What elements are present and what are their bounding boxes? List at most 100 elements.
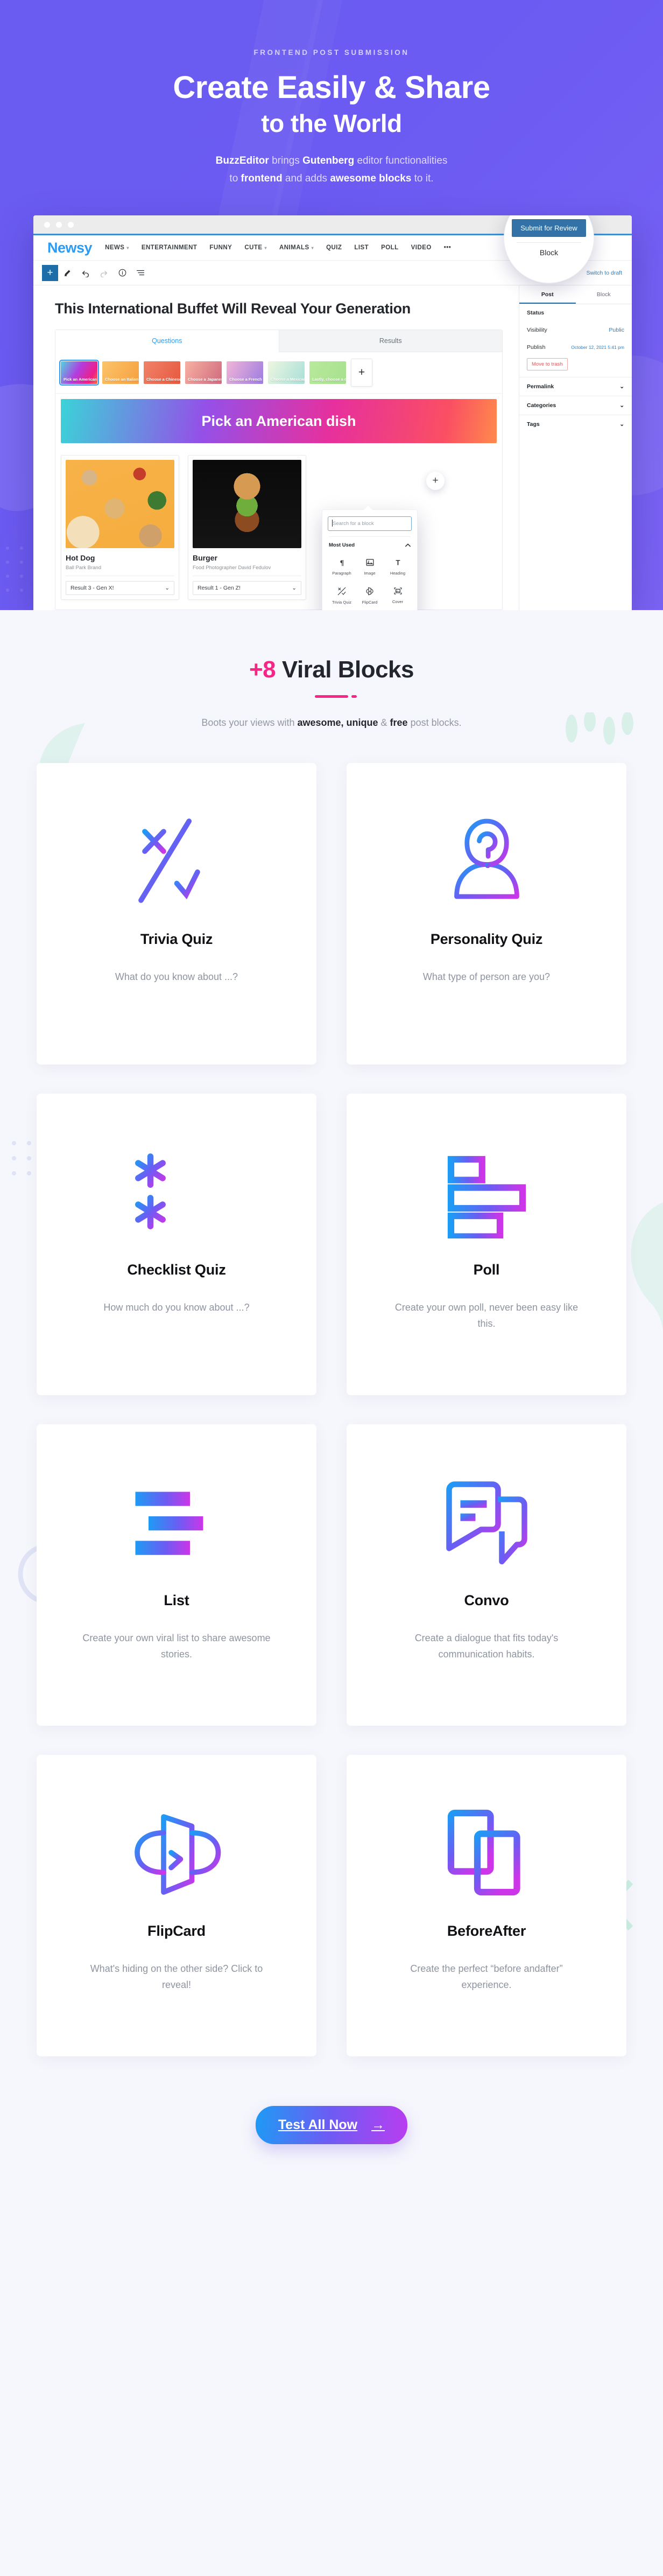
submit-for-review-button[interactable]: Submit for Review [512, 219, 586, 237]
panel-label: Permalink [527, 383, 554, 390]
viral-blocks-section: +8 Viral Blocks Boots your views with aw… [0, 610, 663, 2205]
text-cursor [332, 520, 333, 527]
inserter-item-cover[interactable]: Cover [384, 582, 412, 609]
tab-questions[interactable]: Questions [55, 330, 279, 353]
convo-icon [446, 1481, 527, 1564]
quiz-thumb-2[interactable]: Choose an Italian dish [102, 361, 139, 384]
svg-text:¶: ¶ [340, 559, 344, 568]
quiz-thumb-4[interactable]: Choose a Japanese dish [185, 361, 222, 384]
inserter-item-flipcard[interactable]: FlipCard [356, 582, 384, 609]
list-view-icon[interactable] [131, 265, 150, 281]
tab-results[interactable]: Results [279, 330, 502, 353]
quiz-thumb-5[interactable]: Choose a French dish [227, 361, 263, 384]
add-block-button[interactable]: + [42, 264, 58, 281]
block-search-input[interactable]: Search for a block [328, 516, 412, 531]
image-icon [365, 559, 374, 566]
nav-item-quiz[interactable]: QUIZ [326, 244, 342, 251]
redo-icon [95, 265, 113, 281]
sidebar-row-status[interactable]: Status [519, 304, 632, 321]
block-card-beforeafter[interactable]: BeforeAfter Create the perfect “before a… [347, 1755, 626, 2057]
answer-credit: Ball Park Brand [66, 565, 102, 571]
cover-icon [393, 587, 402, 594]
block-card-trivia-quiz[interactable]: Trivia Quiz What do you know about ...? [37, 763, 316, 1065]
inserter-item-trivia-quiz[interactable]: Trivia Quiz [328, 582, 356, 609]
nav-item-funny[interactable]: FUNNY [209, 244, 232, 251]
inserter-group-title: Most Used [329, 542, 355, 549]
card-icon-wrap [440, 793, 534, 928]
sidebar-tab-block[interactable]: Block [576, 285, 632, 304]
sidebar-row-value: October 12, 2021 5:41 pm [571, 345, 624, 351]
window-dot-yellow[interactable] [56, 221, 62, 228]
nav-item-news[interactable]: NEWS ▾ [105, 244, 129, 251]
nav-item-animals[interactable]: ANIMALS ▾ [279, 244, 314, 251]
block-card-list[interactable]: List Create your own viral list to share… [37, 1424, 316, 1726]
nav-more-button[interactable]: ••• [444, 244, 451, 251]
block-card-convo[interactable]: Convo Create a dialogue that fits today'… [347, 1424, 626, 1726]
nav-label: ENTERTAINMENT [141, 244, 198, 251]
answer-card-hotdog[interactable]: Hot Dog Ball Park Brand Result 3 - Gen X… [61, 455, 179, 600]
hero-sub-t3: to [229, 172, 241, 184]
answer-card-burger[interactable]: Burger Food Photographer David Fedulov R… [188, 455, 306, 600]
pencil-icon[interactable] [58, 265, 76, 281]
block-card-personality-quiz[interactable]: Personality Quiz What type of person are… [347, 763, 626, 1065]
sidebar-row-visibility[interactable]: Visibility Public [519, 321, 632, 339]
quiz-thumb-6[interactable]: Choose a Mexican dish [268, 361, 305, 384]
nav-item-video[interactable]: VIDEO [411, 244, 432, 251]
trivia-quiz-icon [138, 818, 200, 903]
block-card-flipcard[interactable]: FlipCard What's hiding on the other side… [37, 1755, 316, 2057]
quiz-thumb-7[interactable]: Lastly, choose a dessert [309, 361, 346, 384]
card-icon-wrap [130, 1124, 224, 1258]
quiz-question-banner: Pick an American dish [61, 399, 497, 444]
poll-icon [447, 1156, 526, 1238]
answer-result-select[interactable]: Result 3 - Gen X! ⌄ [66, 581, 174, 596]
post-title[interactable]: This International Buffet Will Reveal Yo… [55, 299, 503, 318]
window-dot-green[interactable] [68, 221, 74, 228]
cta-label: Test All Now [278, 2117, 358, 2133]
inserter-item-paragraph[interactable]: ¶ Paragraph [328, 554, 356, 580]
card-description: Create a dialogue that fits today's comm… [414, 1633, 559, 1660]
sidebar-panel-permalink[interactable]: Permalink ⌄ [519, 377, 632, 396]
switch-to-draft-link[interactable]: Switch to draft [586, 270, 622, 276]
nav-label: FUNNY [209, 244, 232, 251]
block-card-checklist-quiz[interactable]: Checklist Quiz How much do you know abou… [37, 1094, 316, 1396]
inserter-item-heading[interactable]: T Heading [384, 554, 412, 580]
window-dot-red[interactable] [44, 221, 50, 228]
inserter-group-header[interactable]: Most Used [328, 542, 412, 550]
info-icon[interactable] [113, 265, 131, 281]
site-logo[interactable]: Newsy [47, 240, 93, 256]
sidebar-row-publish[interactable]: Publish October 12, 2021 5:41 pm [519, 339, 632, 356]
section-title: +8 Viral Blocks [0, 656, 663, 683]
answer-title: Hot Dog [66, 554, 95, 563]
quiz-thumb-3[interactable]: Choose a Chinese dish [144, 361, 180, 384]
quiz-thumb-label: Lastly, choose a dessert [312, 377, 346, 382]
block-card-poll[interactable]: Poll Create your own poll, never been ea… [347, 1094, 626, 1396]
nav-label: ANIMALS [279, 244, 309, 251]
move-to-trash-button[interactable]: Move to trash [527, 358, 568, 371]
sidebar-panel-categories[interactable]: Categories ⌄ [519, 396, 632, 415]
test-all-now-button[interactable]: Test All Now → [255, 2106, 408, 2145]
insert-block-fab[interactable]: + [426, 472, 445, 491]
hero-sub-t5: to it. [411, 172, 434, 184]
quiz-thumb-label: Choose a Japanese dish [188, 377, 222, 382]
inserter-item-label: Trivia Quiz [332, 600, 351, 605]
beforeafter-icon [447, 1809, 520, 1895]
nav-label: LIST [354, 244, 369, 251]
nav-item-cute[interactable]: CUTE ▾ [244, 244, 267, 251]
subtitle-part1: Boots your views with [201, 717, 298, 729]
inserter-item-image[interactable]: Image [356, 554, 384, 580]
sidebar-panel-tags[interactable]: Tags ⌄ [519, 415, 632, 433]
editor-canvas: This International Buffet Will Reveal Yo… [33, 285, 519, 611]
undo-icon[interactable] [76, 265, 95, 281]
sidebar-tab-post[interactable]: Post [519, 285, 576, 304]
quiz-thumb-1[interactable]: Pick an American dish [59, 360, 99, 386]
nav-item-poll[interactable]: POLL [381, 244, 399, 251]
answer-result-select[interactable]: Result 1 - Gen Z! ⌄ [193, 581, 301, 596]
chevron-down-icon: ⌄ [619, 421, 624, 428]
nav-item-list[interactable]: LIST [354, 244, 369, 251]
nav-item-entertainment[interactable]: ENTERTAINMENT [142, 244, 198, 251]
answer-result-value: Result 1 - Gen Z! [198, 585, 241, 592]
answer-title: Burger [193, 554, 217, 563]
answer-result-select-wrap: Result 3 - Gen X! ⌄ [66, 576, 174, 596]
answer-result-select-wrap: Result 1 - Gen Z! ⌄ [193, 576, 301, 596]
add-question-button[interactable]: + [351, 359, 372, 387]
